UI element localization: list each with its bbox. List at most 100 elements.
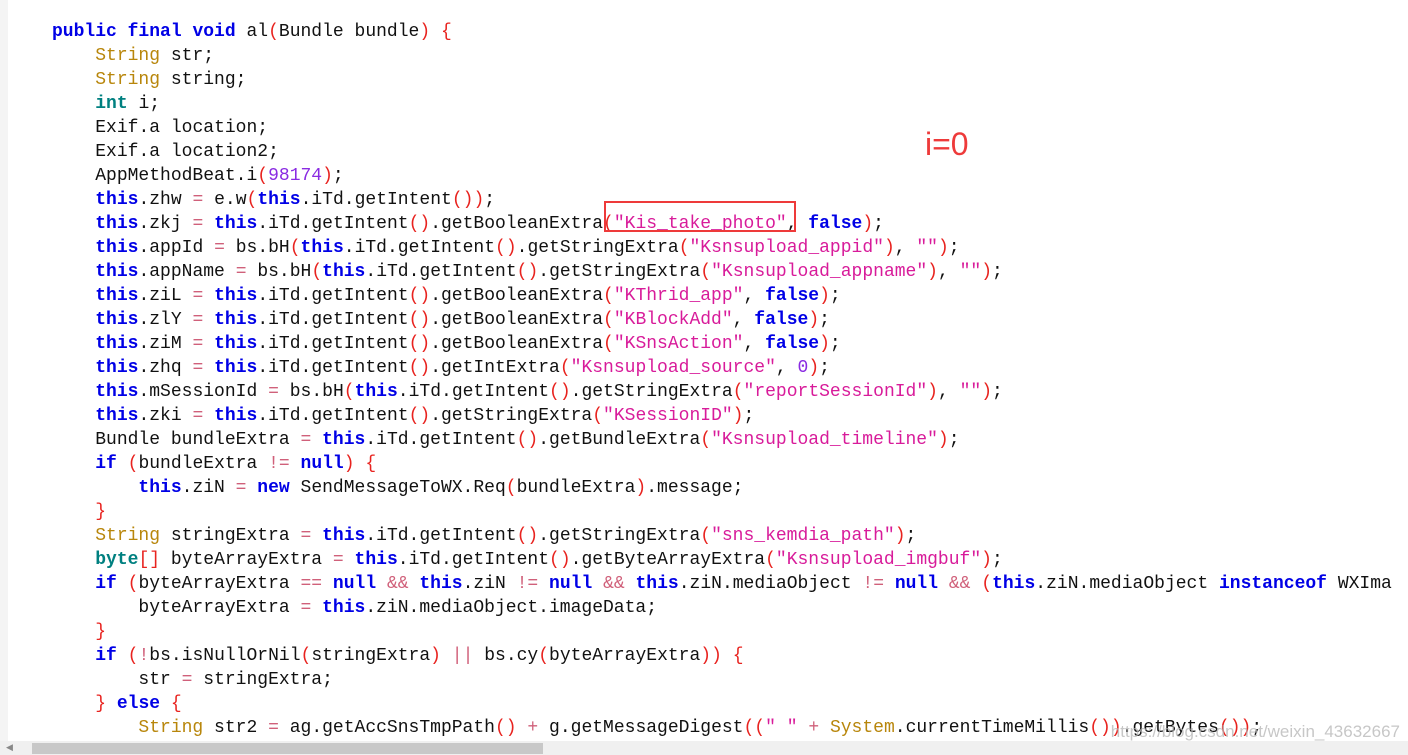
identifier: ziN xyxy=(473,574,506,594)
bracket: ( xyxy=(700,430,712,450)
bracket: ( xyxy=(549,550,560,570)
identifier: e xyxy=(214,190,225,210)
keyword: this xyxy=(354,550,398,570)
bracket: } xyxy=(95,622,107,642)
identifier: string xyxy=(170,70,236,90)
identifier: iTd xyxy=(354,238,387,258)
code-line: public final void al(Bundle bundle) { xyxy=(52,20,1392,44)
code-token: ; xyxy=(732,478,744,498)
code-token: . xyxy=(311,382,323,402)
bracket: ) xyxy=(419,406,431,426)
code-line: String str; xyxy=(52,44,1392,68)
code-token: ; xyxy=(332,166,344,186)
code-token: . xyxy=(300,310,312,330)
code-token: . xyxy=(138,286,150,306)
string-literal: "reportSessionId" xyxy=(743,382,928,402)
bracket: ) xyxy=(635,478,647,498)
code-token: . xyxy=(516,238,528,258)
bracket: ( xyxy=(451,190,463,210)
identifier: WXIma xyxy=(1337,574,1392,594)
type-name: String xyxy=(138,718,204,738)
bracket: ( xyxy=(743,718,755,738)
identifier: getStringExtra xyxy=(527,238,679,258)
code-token: . xyxy=(181,478,193,498)
identifier: getByteArrayExtra xyxy=(581,550,766,570)
code-token: . xyxy=(430,214,441,234)
code-token: . xyxy=(311,718,323,738)
bracket: ( xyxy=(494,718,506,738)
identifier: iTd xyxy=(376,526,409,546)
identifier: appName xyxy=(149,262,225,282)
operator: = xyxy=(192,358,204,378)
bracket: ( xyxy=(300,646,312,666)
operator: = xyxy=(332,550,344,570)
code-token: ; xyxy=(257,118,269,138)
string-literal: "" xyxy=(959,382,982,402)
identifier: bs xyxy=(149,646,171,666)
horizontal-scrollbar[interactable]: ◀ xyxy=(0,741,1408,755)
identifier: getIntent xyxy=(419,262,517,282)
bracket: ) xyxy=(419,334,431,354)
scroll-left-arrow-icon[interactable]: ◀ xyxy=(6,743,13,753)
code-token: . xyxy=(721,574,733,594)
code-token: . xyxy=(343,238,355,258)
bracket: ( xyxy=(408,334,420,354)
string-literal: "Ksnsupload_timeline" xyxy=(711,430,938,450)
bracket: ( xyxy=(257,166,269,186)
code-line: String stringExtra = this.iTd.getIntent(… xyxy=(52,524,1392,548)
code-editor[interactable]: public final void al(Bundle bundle) { St… xyxy=(52,20,1392,740)
bracket: ) xyxy=(505,718,517,738)
code-token: . xyxy=(257,310,269,330)
identifier: AppMethodBeat xyxy=(95,166,236,186)
operator: = xyxy=(235,478,247,498)
code-line: this.appName = bs.bH(this.iTd.getIntent(… xyxy=(52,260,1392,284)
identifier: mediaObject xyxy=(1089,574,1209,594)
identifier: zkj xyxy=(149,214,182,234)
bracket: ( xyxy=(408,286,420,306)
code-token: . xyxy=(138,238,150,258)
code-token: . xyxy=(678,574,690,594)
bracket: ( xyxy=(516,526,528,546)
keyword: this xyxy=(95,190,139,210)
code-token: , xyxy=(937,262,949,282)
operator: = xyxy=(214,238,225,258)
code-token: . xyxy=(440,550,452,570)
code-token: . xyxy=(257,214,269,234)
identifier: bH xyxy=(322,382,344,402)
bracket: ] xyxy=(149,550,161,570)
string-literal: "Ksnsupload_imgbuf" xyxy=(775,550,982,570)
keyword: this xyxy=(95,238,139,258)
keyword: this xyxy=(322,430,366,450)
code-line: byteArrayExtra = this.ziN.mediaObject.im… xyxy=(52,596,1392,620)
identifier: mSessionId xyxy=(149,382,258,402)
identifier: bH xyxy=(289,262,312,282)
operator: = xyxy=(235,262,247,282)
scrollbar-thumb[interactable] xyxy=(32,743,543,754)
bracket: { xyxy=(440,22,452,42)
code-token: . xyxy=(365,430,377,450)
identifier: ziN xyxy=(1046,574,1079,594)
keyword: this xyxy=(214,214,258,234)
identifier: str xyxy=(170,46,204,66)
number-literal: 98174 xyxy=(268,166,323,186)
